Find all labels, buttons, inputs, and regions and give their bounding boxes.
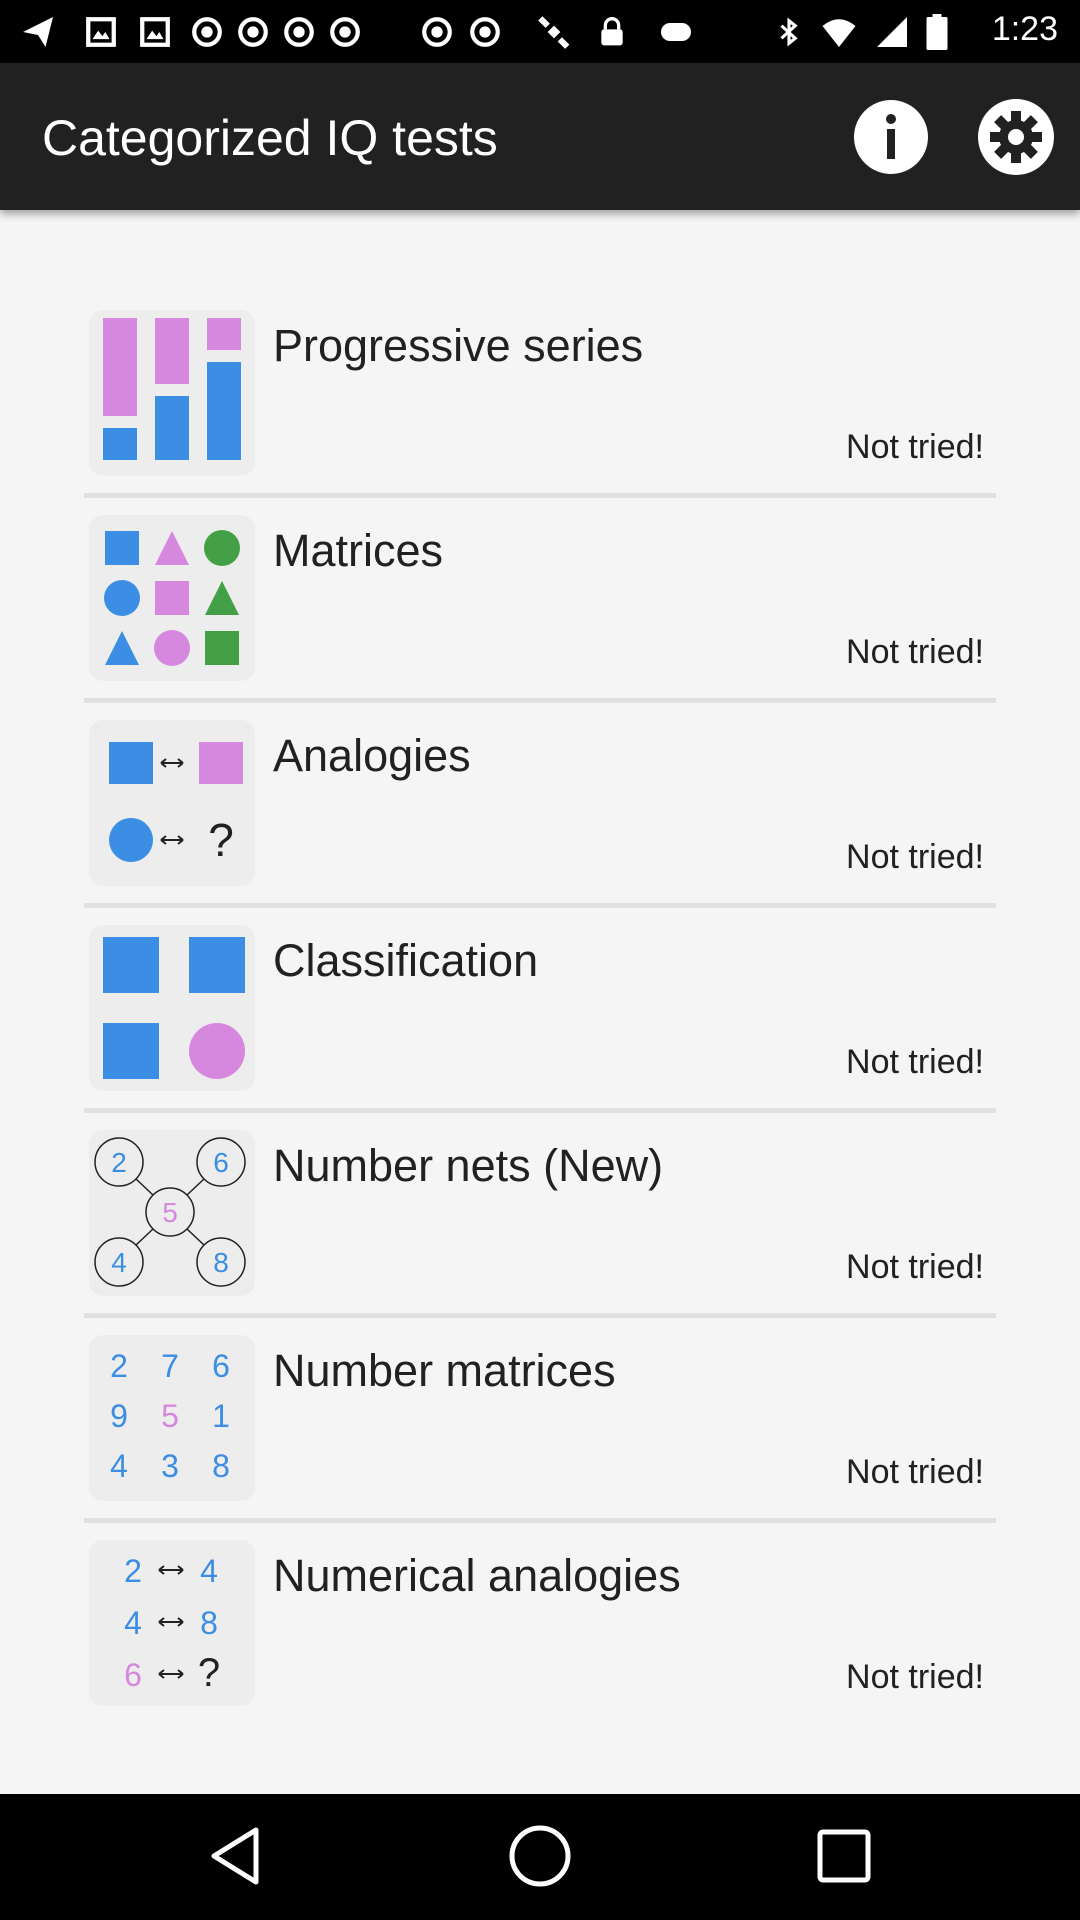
numerical-analogies-icon: 2 4 4 8 6 ? [89, 1540, 255, 1706]
gear-icon [978, 99, 1054, 175]
back-button[interactable] [196, 1816, 276, 1896]
bluetooth-icon [780, 17, 798, 47]
svg-text:?: ? [208, 814, 234, 866]
back-icon [211, 1827, 259, 1885]
svg-text:7: 7 [161, 1348, 179, 1384]
item-title: Matrices [273, 525, 444, 576]
divider [84, 903, 996, 908]
list-item-numerical-analogies[interactable]: 2 4 4 8 6 ? Numerical analogies Not trie… [84, 1540, 996, 1744]
divider [84, 1313, 996, 1318]
divider [84, 493, 996, 498]
home-icon [509, 1825, 571, 1887]
home-button[interactable] [500, 1816, 580, 1896]
svg-text:4: 4 [124, 1605, 142, 1641]
svg-text:5: 5 [161, 1398, 179, 1434]
svg-text:9: 9 [110, 1398, 128, 1434]
item-title: Numerical analogies [273, 1550, 681, 1601]
item-status: Not tried! [846, 1658, 984, 1696]
item-title: Classification [273, 935, 539, 986]
record-icon [330, 17, 360, 47]
record-icon [422, 17, 452, 47]
analogies-icon: ? [89, 720, 255, 886]
number-matrices-icon: 2 7 6 9 5 1 4 3 8 [89, 1335, 255, 1501]
satellite-icon [538, 16, 570, 49]
battery-icon [926, 14, 948, 50]
svg-text:1: 1 [212, 1398, 230, 1434]
svg-text:8: 8 [213, 1247, 229, 1278]
svg-text:2: 2 [110, 1348, 128, 1384]
svg-text:8: 8 [212, 1448, 230, 1484]
item-status: Not tried! [846, 1043, 984, 1081]
item-title: Number nets (New) [273, 1140, 664, 1191]
record-icon [284, 17, 314, 47]
recents-icon [817, 1829, 871, 1883]
matrices-icon [89, 515, 255, 681]
wifi-icon [822, 19, 856, 47]
divider [84, 698, 996, 703]
item-status: Not tried! [846, 838, 984, 876]
item-title: Analogies [273, 730, 471, 781]
list-item-classification[interactable]: Classification Not tried! [84, 925, 996, 1129]
divider [84, 1518, 996, 1523]
svg-text:2: 2 [124, 1553, 142, 1589]
svg-text:6: 6 [212, 1348, 230, 1384]
number-nets-icon: 2 6 5 4 8 [89, 1130, 255, 1296]
settings-button[interactable] [976, 97, 1056, 177]
info-icon [854, 100, 928, 174]
list-item-number-nets[interactable]: 2 6 5 4 8 Number nets (New) Not tried! [84, 1130, 996, 1334]
send-icon [23, 17, 53, 47]
list-item-number-matrices[interactable]: 2 7 6 9 5 1 4 3 8 Number matrices Not tr… [84, 1335, 996, 1539]
item-status: Not tried! [846, 428, 984, 466]
item-title: Number matrices [273, 1345, 616, 1396]
divider [84, 1108, 996, 1113]
svg-text:4: 4 [110, 1448, 128, 1484]
item-title: Progressive series [273, 320, 644, 371]
svg-text:?: ? [198, 1651, 220, 1695]
info-button[interactable] [851, 97, 931, 177]
progressive-series-icon [89, 310, 255, 476]
svg-text:2: 2 [111, 1147, 127, 1178]
list-item-progressive-series[interactable]: Progressive series Not tried! [84, 310, 996, 514]
recents-button[interactable] [804, 1816, 884, 1896]
svg-text:6: 6 [213, 1147, 229, 1178]
svg-text:6: 6 [124, 1657, 142, 1693]
svg-text:4: 4 [200, 1553, 218, 1589]
item-status: Not tried! [846, 633, 984, 671]
record-icon [192, 17, 222, 47]
list-item-matrices[interactable]: Matrices Not tried! [84, 515, 996, 719]
navigation-bar [0, 1794, 1080, 1920]
classification-icon [89, 925, 255, 1091]
status-bar: 1:23 [0, 0, 1080, 63]
svg-text:3: 3 [161, 1448, 179, 1484]
item-status: Not tried! [846, 1248, 984, 1286]
record-icon [470, 17, 500, 47]
gamepad-icon [661, 23, 691, 41]
svg-text:4: 4 [111, 1247, 127, 1278]
svg-text:8: 8 [200, 1605, 218, 1641]
item-status: Not tried! [846, 1453, 984, 1491]
image-icon [140, 17, 170, 47]
list-item-analogies[interactable]: ? Analogies Not tried! [84, 720, 996, 924]
app-bar: Categorized IQ tests [0, 63, 1080, 210]
page-title: Categorized IQ tests [42, 110, 498, 166]
status-time: 1:23 [991, 10, 1058, 48]
record-icon [238, 17, 268, 47]
image-icon [86, 17, 116, 47]
lock-icon [601, 17, 623, 46]
signal-icon [877, 17, 907, 47]
svg-text:5: 5 [162, 1197, 178, 1228]
